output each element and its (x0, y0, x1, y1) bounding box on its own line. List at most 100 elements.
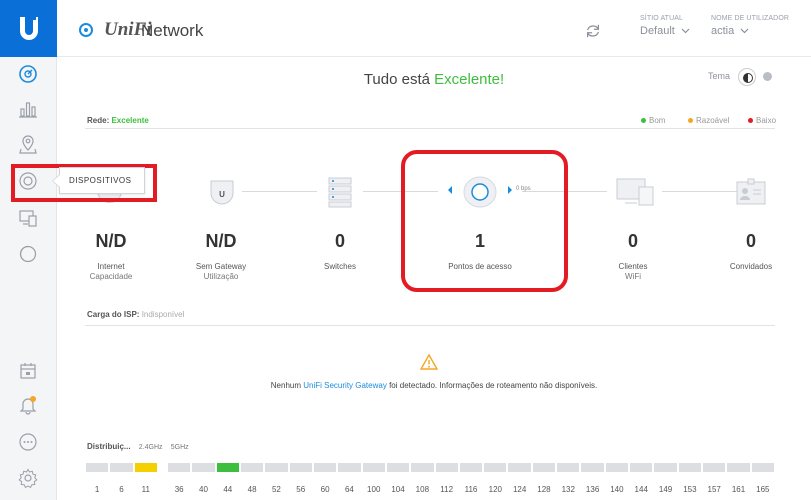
channel-number: 116 (464, 485, 478, 494)
channel-cell-5 (508, 463, 531, 472)
chevron-down-icon (740, 28, 749, 34)
ubiquiti-logo-icon (19, 16, 38, 40)
channel-number: 132 (561, 485, 575, 494)
unifi-network-icon (79, 23, 93, 37)
channel-number: 112 (440, 485, 454, 494)
warning-icon (420, 354, 438, 370)
sidebar (0, 0, 57, 500)
channel-cell-5 (386, 463, 410, 472)
gateway-icon[interactable]: U (207, 178, 237, 206)
guests-label: Convidados (729, 262, 773, 271)
switches-value: 0 (334, 231, 345, 251)
theme-label: Tema (708, 71, 731, 81)
map-icon[interactable] (17, 133, 39, 155)
channel-cell-5 (605, 463, 629, 472)
legend-low: Baixo (748, 116, 776, 125)
divider (85, 325, 775, 326)
channel-number: 56 (296, 485, 306, 494)
insights-icon[interactable] (17, 243, 39, 265)
theme-option-dot[interactable] (763, 72, 772, 81)
channel-number: 48 (247, 485, 257, 494)
channel-number: 124 (512, 485, 527, 494)
channel-number: 120 (488, 485, 502, 494)
devices-tooltip: DISPOSITIVOS (52, 167, 145, 194)
status-state: Excelente! (434, 71, 505, 88)
gateway-message: Nenhum UniFi Security Gateway foi detect… (270, 381, 598, 390)
statistics-icon[interactable] (17, 98, 39, 120)
channel-number: 6 (119, 485, 124, 494)
channel-cell-5 (240, 463, 264, 472)
channel-cell-5 (703, 463, 726, 472)
channel-cell-5 (313, 463, 337, 472)
network-state: Excelente (111, 116, 149, 125)
chat-icon[interactable] (17, 431, 39, 453)
channel-number: 60 (320, 485, 330, 494)
legend-fair: Razoável (688, 116, 729, 125)
channel-cell-5 (678, 463, 702, 472)
site-selector[interactable]: SÍTIO ATUAL Default (640, 15, 690, 37)
channel-cell-5 (289, 463, 312, 472)
channel-cell-24 (134, 463, 157, 472)
channel-cell-5 (411, 463, 434, 472)
site-value: Default (640, 25, 675, 37)
channel-number: 1 (94, 485, 100, 494)
theme-toggle[interactable] (738, 68, 756, 86)
channel-number: 140 (610, 485, 624, 494)
clients-icon[interactable] (17, 207, 39, 229)
channel-cell-5 (435, 463, 458, 472)
gateway-value: N/D (205, 231, 237, 251)
channel-cell-5 (484, 463, 507, 472)
channel-number: 157 (707, 485, 721, 494)
dashboard-icon[interactable] (17, 63, 39, 85)
highlight-access-points (401, 150, 568, 292)
band-5-label: 5GHz (170, 444, 189, 451)
channel-number: 104 (391, 485, 405, 494)
divider (85, 128, 775, 129)
user-selector[interactable]: NOME DE UTILIZADOR actia (711, 15, 789, 37)
internet-value: N/D (95, 231, 127, 251)
channel-number: 64 (344, 485, 354, 494)
channel-cell-5 (459, 463, 483, 472)
channel-cell-5 (654, 463, 677, 472)
channel-cell-24 (110, 463, 133, 472)
ubiquiti-logo[interactable] (0, 0, 57, 57)
events-icon[interactable] (17, 360, 39, 382)
site-label: SÍTIO ATUAL (640, 15, 683, 22)
channel-cell-5 (727, 463, 750, 472)
channel-number: 52 (271, 485, 281, 494)
user-label: NOME DE UTILIZADOR (711, 15, 790, 22)
wifi-clients-label: Clientes WiFi (618, 262, 648, 281)
channel-cell-5 (557, 463, 580, 472)
band-24-label: 2.4GHz (138, 444, 163, 451)
internet-label: Internet Capacidade (89, 262, 133, 281)
brand-network: Network (141, 21, 204, 40)
refresh-icon[interactable] (584, 22, 602, 40)
channel-number: 44 (223, 485, 233, 494)
network-status: Rede: Excelente (87, 116, 149, 125)
channel-number: 11 (141, 485, 150, 494)
channel-number: 100 (367, 485, 381, 494)
channel-cell-5 (532, 463, 556, 472)
wifi-clients-icon[interactable] (615, 177, 655, 207)
switch-stack-icon[interactable] (327, 176, 353, 208)
channel-cell-24 (86, 463, 109, 472)
guests-icon[interactable] (735, 178, 767, 206)
wifi-clients-value: 0 (627, 231, 638, 251)
channel-cell-5 (630, 463, 653, 472)
channel-cell-5 (192, 463, 215, 472)
status-prefix: Tudo está (363, 71, 430, 88)
channel-cell-5 (338, 463, 361, 472)
svg-text:U: U (219, 190, 225, 199)
status-title: Tudo está Excelente! (57, 71, 811, 88)
channel-number: 144 (634, 485, 648, 494)
usg-link[interactable]: UniFi Security Gateway (303, 381, 387, 390)
channel-cell-5 (581, 463, 604, 472)
channel-distribution: Distribuiç... 2.4GHz 5GHz (87, 442, 189, 451)
settings-icon[interactable] (17, 467, 39, 489)
channel-number: 153 (683, 485, 697, 494)
top-header: UniFi Network SÍTIO ATUAL Default NOME D… (57, 0, 811, 57)
channel-cell-5 (216, 463, 239, 472)
dashboard-main: Tudo está Excelente! Tema Rede: Excelent… (57, 57, 811, 500)
alerts-icon[interactable] (17, 394, 39, 416)
isp-load: Carga do ISP: Indisponível (87, 310, 185, 319)
